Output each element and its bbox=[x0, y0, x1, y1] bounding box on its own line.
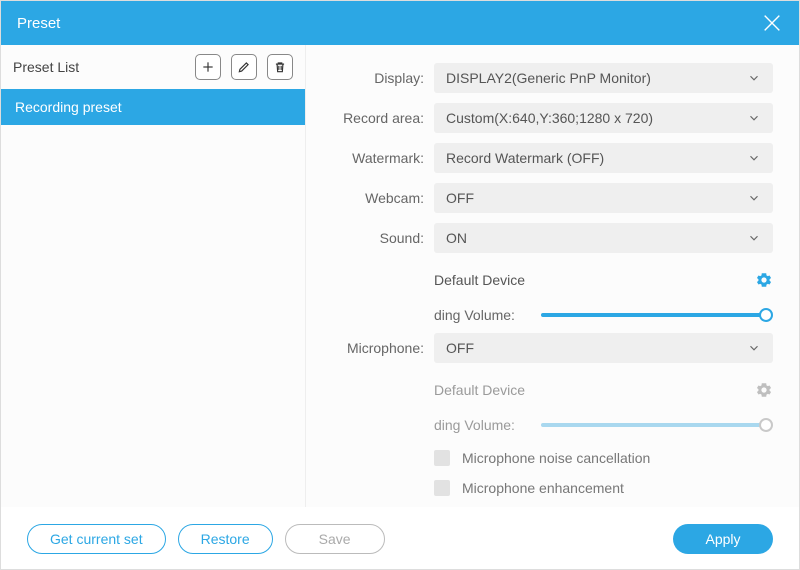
titlebar: Preset bbox=[1, 1, 799, 45]
preset-list-label: Preset List bbox=[13, 59, 79, 75]
chevron-down-icon bbox=[747, 231, 761, 245]
chevron-down-icon bbox=[747, 341, 761, 355]
sound-settings-button[interactable] bbox=[755, 271, 773, 289]
webcam-value: OFF bbox=[446, 190, 474, 206]
webcam-label: Webcam: bbox=[316, 190, 434, 206]
mic-volume-label: ding Volume: bbox=[434, 417, 529, 433]
microphone-value: OFF bbox=[446, 340, 474, 356]
sound-value: ON bbox=[446, 230, 467, 246]
settings-panel: Display: DISPLAY2(Generic PnP Monitor) R… bbox=[306, 45, 799, 507]
sound-device-label: Default Device bbox=[434, 272, 525, 288]
mic-enhance-label: Microphone enhancement bbox=[462, 480, 624, 496]
watermark-select[interactable]: Record Watermark (OFF) bbox=[434, 143, 773, 173]
watermark-value: Record Watermark (OFF) bbox=[446, 150, 604, 166]
mic-noise-cancel-label: Microphone noise cancellation bbox=[462, 450, 650, 466]
get-current-set-button[interactable]: Get current set bbox=[27, 524, 166, 554]
display-value: DISPLAY2(Generic PnP Monitor) bbox=[446, 70, 651, 86]
dialog-body: Preset List Recording preset bbox=[1, 45, 799, 507]
apply-button[interactable]: Apply bbox=[673, 524, 773, 554]
restore-button[interactable]: Restore bbox=[178, 524, 273, 554]
webcam-select[interactable]: OFF bbox=[434, 183, 773, 213]
restore-label: Restore bbox=[201, 531, 250, 547]
edit-preset-button[interactable] bbox=[231, 54, 257, 80]
save-label: Save bbox=[319, 531, 351, 547]
sidebar: Preset List Recording preset bbox=[1, 45, 306, 507]
record-area-label: Record area: bbox=[316, 110, 434, 126]
add-preset-button[interactable] bbox=[195, 54, 221, 80]
gear-icon bbox=[755, 271, 773, 289]
display-select[interactable]: DISPLAY2(Generic PnP Monitor) bbox=[434, 63, 773, 93]
record-area-select[interactable]: Custom(X:640,Y:360;1280 x 720) bbox=[434, 103, 773, 133]
mic-settings-button[interactable] bbox=[755, 381, 773, 399]
sound-volume-slider[interactable] bbox=[541, 308, 773, 322]
chevron-down-icon bbox=[747, 191, 761, 205]
get-current-set-label: Get current set bbox=[50, 531, 143, 547]
sound-label: Sound: bbox=[316, 230, 434, 246]
display-label: Display: bbox=[316, 70, 434, 86]
record-area-value: Custom(X:640,Y:360;1280 x 720) bbox=[446, 110, 653, 126]
gear-icon bbox=[755, 381, 773, 399]
mic-device-label: Default Device bbox=[434, 382, 525, 398]
save-button[interactable]: Save bbox=[285, 524, 385, 554]
microphone-label: Microphone: bbox=[316, 340, 434, 356]
sidebar-header: Preset List bbox=[1, 45, 305, 89]
mic-enhance-checkbox[interactable] bbox=[434, 480, 450, 496]
delete-preset-button[interactable] bbox=[267, 54, 293, 80]
close-icon[interactable] bbox=[761, 12, 783, 34]
sound-volume-label: ding Volume: bbox=[434, 307, 529, 323]
apply-label: Apply bbox=[705, 531, 740, 547]
watermark-label: Watermark: bbox=[316, 150, 434, 166]
preset-dialog: Preset Preset List bbox=[0, 0, 800, 570]
sidebar-item-label: Recording preset bbox=[15, 99, 122, 115]
mic-noise-cancel-checkbox[interactable] bbox=[434, 450, 450, 466]
chevron-down-icon bbox=[747, 111, 761, 125]
dialog-title: Preset bbox=[17, 15, 60, 32]
mic-volume-slider[interactable] bbox=[541, 418, 773, 432]
sound-select[interactable]: ON bbox=[434, 223, 773, 253]
chevron-down-icon bbox=[747, 151, 761, 165]
microphone-select[interactable]: OFF bbox=[434, 333, 773, 363]
sidebar-item-recording-preset[interactable]: Recording preset bbox=[1, 89, 305, 125]
chevron-down-icon bbox=[747, 71, 761, 85]
footer: Get current set Restore Save Apply bbox=[1, 507, 799, 569]
